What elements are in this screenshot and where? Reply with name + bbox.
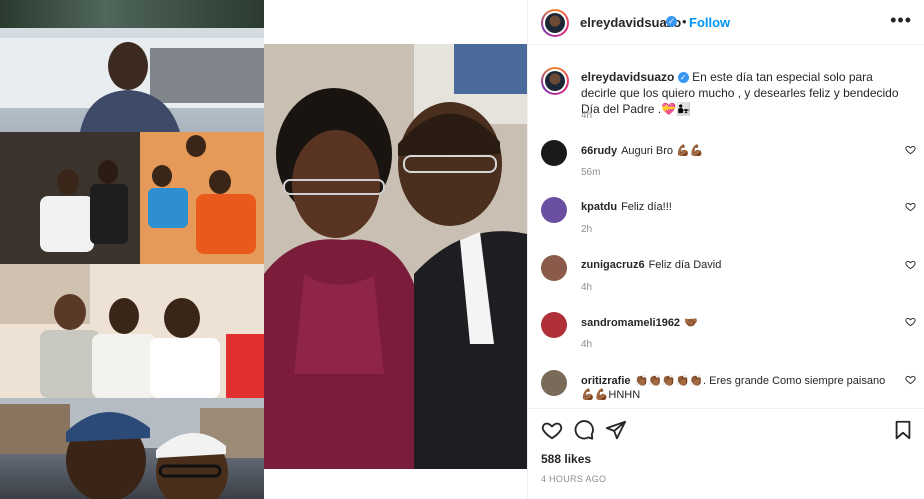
comment-timestamp[interactable]: 4h [581, 282, 592, 293]
verified-badge-icon: ✓ [677, 72, 689, 84]
likes-count[interactable]: 588 likes [541, 452, 591, 466]
post-header: elreydavidsuazo ✓ • Follow ••• [528, 0, 924, 45]
caption-author-avatar[interactable] [541, 67, 569, 95]
collage-photo-group-gym [0, 132, 264, 264]
small-heart-icon[interactable] [905, 259, 916, 273]
collage-photo-man-with-boys [0, 264, 264, 398]
small-heart-icon[interactable] [905, 316, 916, 330]
comment-timestamp[interactable]: 2h [581, 224, 592, 235]
photo-margin-top [264, 0, 527, 44]
commenter-avatar[interactable] [541, 255, 567, 281]
caption-username[interactable]: elreydavidsuazo [581, 70, 674, 84]
more-options-icon[interactable]: ••• [890, 10, 912, 31]
commenter-username[interactable]: kpatdu [581, 201, 617, 213]
header-separator: • [682, 14, 687, 29]
author-avatar[interactable] [541, 9, 569, 37]
follow-button[interactable]: Follow [689, 15, 730, 30]
comment-text: 🤝🏾 [684, 317, 698, 329]
comment-text: Feliz día!!! [621, 201, 672, 213]
comment-timestamp[interactable]: 56m [581, 167, 600, 178]
comment-item: 66rudy Auguri Bro 💪🏾💪🏾 56m [528, 140, 924, 197]
commenter-avatar[interactable] [541, 370, 567, 396]
paper-plane-icon[interactable] [605, 419, 627, 441]
commenter-avatar[interactable] [541, 312, 567, 338]
main-post-photo [264, 44, 527, 469]
comment-item: kpatdu Feliz día!!! 2h [528, 197, 924, 254]
small-heart-icon[interactable] [905, 201, 916, 215]
caption-timestamp[interactable]: 4h [581, 110, 592, 121]
collage-photo-man-by-car [0, 28, 264, 132]
comment-timestamp[interactable]: 4h [581, 339, 592, 350]
commenter-username[interactable]: oritizrafie [581, 375, 631, 387]
post-actions: 588 likes 4 HOURS AGO [528, 408, 924, 499]
comment-text: Feliz día David [648, 259, 722, 271]
comment-bubble-icon[interactable] [573, 419, 595, 441]
comment-item: zunigacruz6 Feliz día David 4h [528, 255, 924, 312]
bookmark-icon[interactable] [892, 419, 914, 441]
comment-item: oritizrafie 👏🏾👏🏾👏🏾👏🏾👏🏾. Eres grande Como … [528, 370, 924, 408]
post-side-panel: elreydavidsuazo ✓ • Follow ••• elreydavi… [527, 0, 924, 499]
comment-text: Auguri Bro 💪🏾💪🏾 [621, 145, 704, 157]
collage-photo-fence [0, 0, 264, 28]
collage-photo-selfie-city [0, 398, 264, 499]
photo-collage [0, 0, 264, 499]
commenter-username[interactable]: sandromameli1962 [581, 317, 680, 329]
small-heart-icon[interactable] [905, 374, 916, 388]
verified-badge-icon: ✓ [666, 16, 677, 27]
commenter-username[interactable]: 66rudy [581, 145, 617, 157]
commenter-avatar[interactable] [541, 197, 567, 223]
post-timestamp: 4 HOURS AGO [541, 474, 607, 484]
commenter-avatar[interactable] [541, 140, 567, 166]
comments-section[interactable]: elreydavidsuazo ✓ En este día tan especi… [528, 45, 924, 408]
small-heart-icon[interactable] [905, 144, 916, 158]
heart-icon[interactable] [541, 419, 563, 441]
post-caption: elreydavidsuazo ✓ En este día tan especi… [581, 69, 911, 117]
comment-item: sandromameli1962 🤝🏾 4h [528, 312, 924, 369]
commenter-username[interactable]: zunigacruz6 [581, 259, 645, 271]
photo-margin-bottom [264, 469, 527, 499]
